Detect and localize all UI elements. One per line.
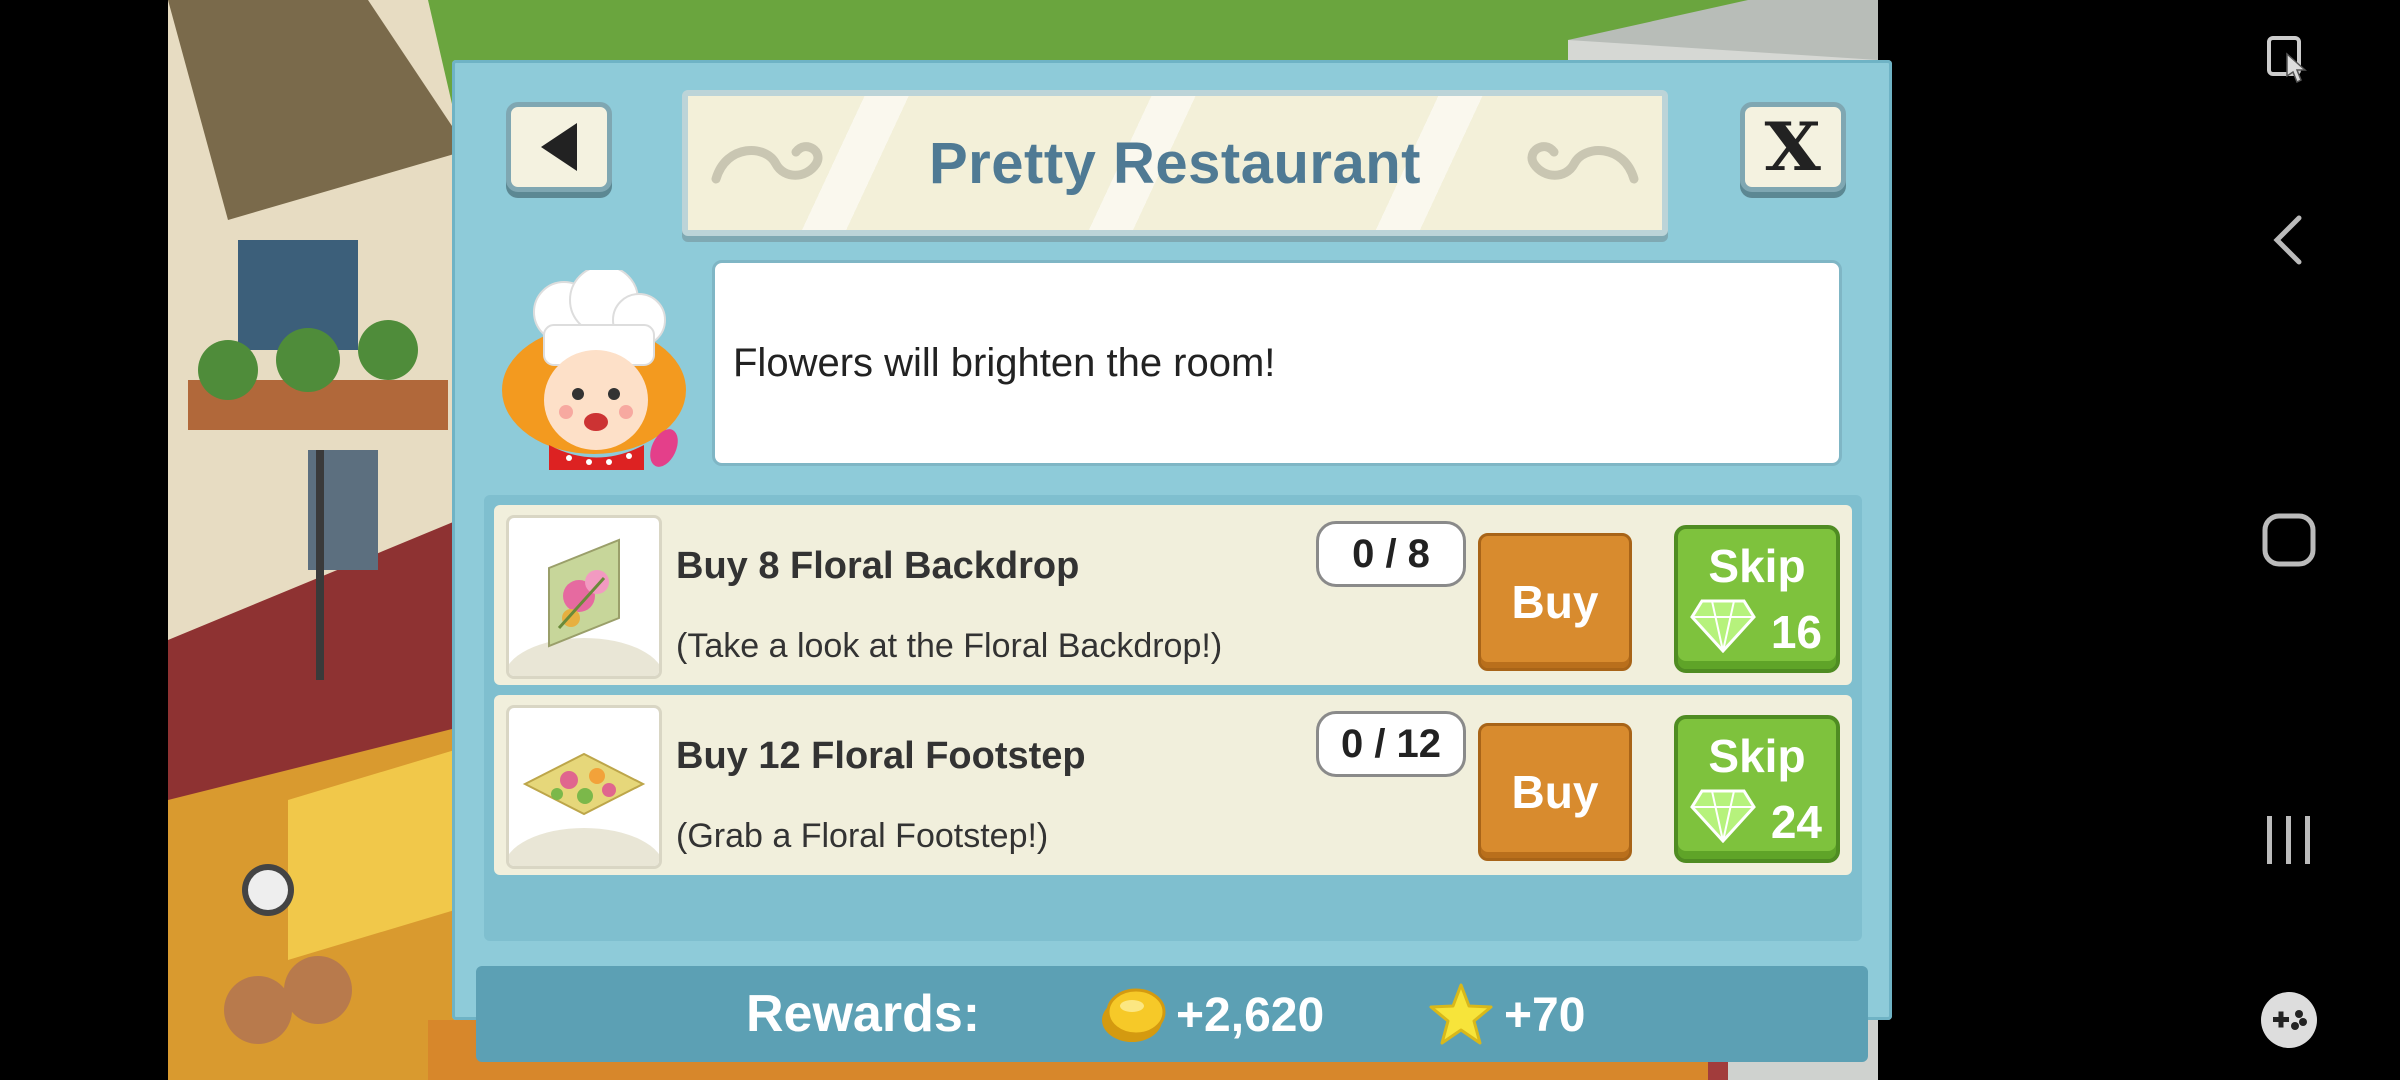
back-button[interactable] <box>506 102 612 192</box>
speech-bubble: Flowers will brighten the room! <box>712 260 1842 466</box>
gem-icon <box>1690 599 1756 653</box>
gem-icon <box>1690 789 1756 843</box>
task-title: Buy 12 Floral Footstep <box>676 735 1086 777</box>
close-button[interactable]: X <box>1740 102 1846 192</box>
speech-text: Flowers will brighten the room! <box>733 340 1276 385</box>
buy-button[interactable]: Buy <box>1478 723 1632 861</box>
back-icon <box>2273 215 2302 265</box>
nav-home-button[interactable] <box>2178 480 2400 600</box>
title-banner: Pretty Restaurant <box>682 90 1668 236</box>
coins-reward-value: +2,620 <box>1176 989 1325 1042</box>
task-row: Buy 8 Floral Backdrop (Take a look at th… <box>494 505 1852 685</box>
nav-back-button[interactable] <box>2178 180 2400 300</box>
screen-assist-icon <box>2267 36 2307 84</box>
skip-button[interactable]: Skip 24 <box>1674 715 1840 863</box>
task-row: Buy 12 Floral Footstep (Grab a Floral Fo… <box>494 695 1852 875</box>
dialog-title: Pretty Restaurant <box>929 130 1421 196</box>
skip-cost: 24 <box>1770 796 1822 848</box>
skip-cost: 16 <box>1770 606 1822 658</box>
coin-icon <box>1102 988 1166 1042</box>
screen-assist-button[interactable] <box>2178 0 2400 120</box>
task-title: Buy 8 Floral Backdrop <box>676 545 1080 587</box>
task-description: (Take a look at the Floral Backdrop!) <box>676 627 1223 665</box>
floral-backdrop-icon <box>506 515 662 679</box>
buy-button[interactable]: Buy <box>1478 533 1632 671</box>
nav-recents-button[interactable] <box>2178 780 2400 900</box>
task-progress-badge: 0 / 12 <box>1316 711 1466 777</box>
skip-button[interactable]: Skip 16 <box>1674 525 1840 673</box>
game-tools-button[interactable] <box>2178 960 2400 1080</box>
rewards-bar: Rewards: +2,620 +70 <box>476 966 1868 1062</box>
back-arrow-icon <box>541 123 577 171</box>
right-flourish-icon <box>1527 142 1639 184</box>
skip-label: Skip <box>1708 540 1806 592</box>
tasks-panel: Buy 8 Floral Backdrop (Take a look at th… <box>484 495 1862 941</box>
floral-footstep-icon <box>506 705 662 869</box>
game-tools-icon <box>2261 992 2317 1048</box>
close-icon: X <box>1764 108 1822 186</box>
system-nav-bar <box>2178 0 2400 1080</box>
task-progress-badge: 0 / 8 <box>1316 521 1466 587</box>
chef-avatar <box>502 270 686 470</box>
rewards-label: Rewards: <box>746 985 981 1043</box>
home-icon <box>2262 513 2316 567</box>
task-description: (Grab a Floral Footstep!) <box>676 817 1049 855</box>
stars-reward-value: +70 <box>1504 989 1586 1042</box>
left-flourish-icon <box>711 142 823 184</box>
quest-dialog: Pretty Restaurant X Flowers will brighte… <box>452 60 1892 1062</box>
star-icon <box>1429 983 1493 1045</box>
skip-label: Skip <box>1708 730 1806 782</box>
recents-icon <box>2267 816 2310 864</box>
